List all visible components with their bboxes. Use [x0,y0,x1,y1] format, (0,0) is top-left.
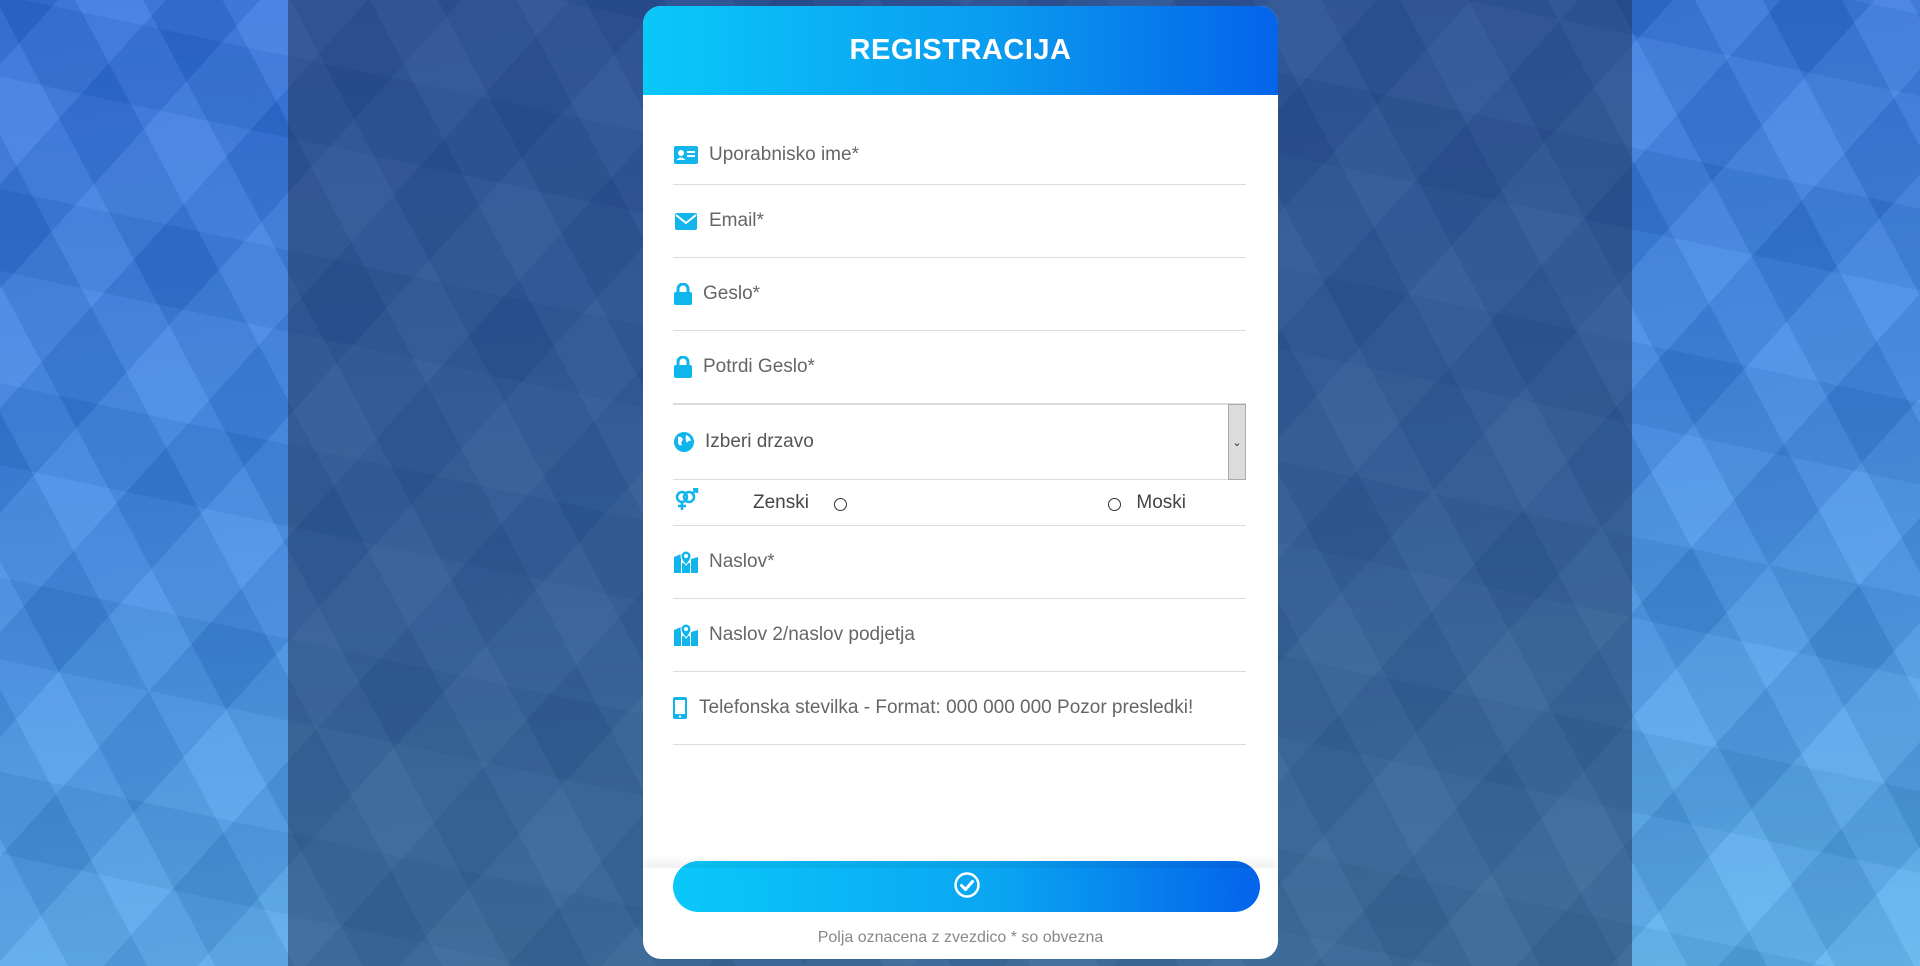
gender-male-label: Moski [1136,491,1186,513]
address-row [673,526,1246,599]
mobile-phone-icon [673,696,687,720]
lock-icon [673,355,693,379]
gender-female-radio[interactable] [833,498,847,511]
card-header: REGISTRACIJA [643,6,1278,95]
username-row [673,125,1246,185]
address2-input[interactable] [709,624,1246,646]
gender-male-radio[interactable] [1108,498,1122,511]
phone-row [673,672,1246,745]
email-input[interactable] [709,210,1246,232]
country-select-value: Izberi drzavo [705,431,814,452]
chevron-down-icon[interactable]: ⌄ [1228,404,1246,480]
divider [643,868,1278,878]
lock-icon [673,282,693,306]
address2-row [673,599,1246,672]
phone-input[interactable] [699,697,1246,719]
envelope-icon [673,209,699,233]
password-input[interactable] [703,283,1246,305]
address-input[interactable] [709,551,1246,573]
password-row [673,258,1246,331]
confirm-password-row [673,331,1246,404]
page-title: REGISTRACIJA [849,34,1072,66]
globe-icon [673,431,695,453]
username-input[interactable] [709,143,1246,166]
registration-card: REGISTRACIJA Uporabnisko ime* Email* Izb… [643,6,1278,959]
gender-row: Zenski Moski [673,480,1246,526]
gender-female-label: Zenski [753,491,809,513]
email-row [673,185,1246,258]
id-card-icon [673,143,699,167]
map-marker-icon [673,623,699,647]
required-fields-note: Polja oznacena z zvezdico * so obvezna [817,929,1104,946]
confirm-password-input[interactable] [703,356,1246,378]
country-select[interactable]: Izberi drzavo ⌄ [673,404,1246,480]
gender-icon [673,487,699,517]
map-marker-icon [673,550,699,574]
